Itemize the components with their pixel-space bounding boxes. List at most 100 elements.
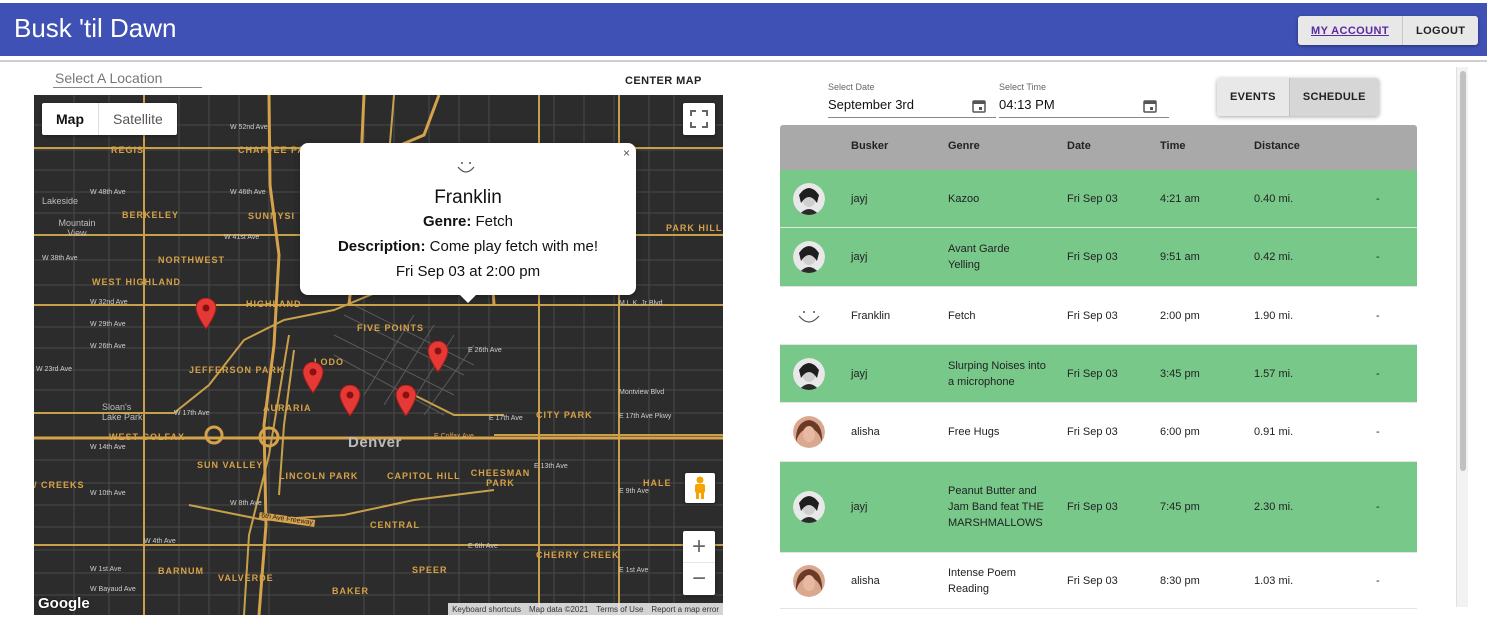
map-label-auraria: AURARIA bbox=[263, 403, 312, 413]
view-toggle: EVENTS SCHEDULE bbox=[1217, 78, 1379, 116]
map-marker[interactable] bbox=[427, 341, 449, 373]
map-marker[interactable] bbox=[195, 298, 217, 330]
time-field-underline bbox=[999, 117, 1169, 118]
street-w-23rd: W 23rd Ave bbox=[36, 366, 73, 373]
zoom-in-button[interactable]: + bbox=[683, 531, 715, 563]
logout-button[interactable]: LOGOUT bbox=[1402, 16, 1479, 45]
events-tab[interactable]: EVENTS bbox=[1217, 78, 1289, 116]
column-header-genre[interactable]: Genre bbox=[948, 140, 980, 152]
street-e-1st: E 1st Ave bbox=[619, 567, 649, 574]
date-cell: Fri Sep 03 bbox=[1067, 192, 1118, 205]
zoom-out-button[interactable]: − bbox=[683, 563, 715, 595]
report-map-error-link[interactable]: Report a map error bbox=[651, 605, 719, 614]
street-view-button[interactable] bbox=[685, 473, 715, 503]
app-header: Busk 'til Dawn MY ACCOUNT LOGOUT bbox=[0, 0, 1487, 56]
calendar-icon[interactable] bbox=[1143, 99, 1157, 113]
table-row[interactable]: jayj Slurping Noises into a microphone F… bbox=[780, 345, 1417, 403]
avatar bbox=[793, 416, 825, 448]
map-label-central: CENTRAL bbox=[370, 520, 420, 530]
map-type-map-button[interactable]: Map bbox=[42, 103, 99, 135]
table-row[interactable]: alisha Free Hugs Fri Sep 03 6:00 pm 0.91… bbox=[780, 403, 1417, 462]
map-label-city-park: CITY PARK bbox=[536, 410, 593, 420]
map-label-colfax-ave: E Colfax Ave bbox=[434, 433, 474, 440]
busker-name: jayj bbox=[851, 501, 868, 513]
map-attribution: Keyboard shortcuts Map data ©2021 Terms … bbox=[448, 603, 723, 615]
column-header-busker[interactable]: Busker bbox=[851, 140, 888, 152]
distance-cell: 2.30 mi. bbox=[1254, 501, 1294, 513]
map-label-lakeside: Lakeside bbox=[42, 196, 79, 206]
close-icon[interactable]: × bbox=[623, 146, 630, 160]
map-label-west-colfax: WEST COLFAX bbox=[109, 432, 185, 442]
street-w-bayaud: W Bayaud Ave bbox=[90, 586, 136, 593]
map-label-baker: BAKER bbox=[332, 586, 370, 596]
street-e-9th: E 9th Ave bbox=[619, 488, 649, 495]
keyboard-shortcuts-link[interactable]: Keyboard shortcuts bbox=[452, 605, 521, 614]
fullscreen-button[interactable] bbox=[683, 103, 715, 135]
street-e-6th: E 6th Ave bbox=[468, 543, 498, 550]
map-label-denver: Denver bbox=[348, 434, 402, 451]
map-info-window: × Franklin Genre: Fetch Description: Com… bbox=[300, 143, 636, 303]
extra-cell: - bbox=[1376, 426, 1380, 438]
map-label-sloans-lake: Sloan's Lake Park bbox=[102, 402, 143, 422]
map-label-jefferson-park: JEFFERSON PARK bbox=[189, 365, 285, 375]
busker-name: jayj bbox=[851, 192, 868, 205]
terms-of-use-link[interactable]: Terms of Use bbox=[596, 605, 643, 614]
table-row[interactable]: alisha Intense Poem Reading Fri Sep 03 8… bbox=[780, 553, 1417, 609]
table-row[interactable]: jayj Avant Garde Yelling Fri Sep 03 9:51… bbox=[780, 228, 1417, 287]
time-cell: 8:30 pm bbox=[1160, 574, 1200, 587]
my-account-button[interactable]: MY ACCOUNT bbox=[1298, 16, 1403, 45]
zoom-control: + − bbox=[683, 531, 715, 595]
date-cell: Fri Sep 03 bbox=[1067, 574, 1118, 587]
calendar-icon[interactable] bbox=[972, 99, 986, 113]
popup-description-value: Come play fetch with me! bbox=[429, 238, 599, 255]
avatar bbox=[793, 564, 825, 597]
table-row[interactable]: Franklin Fetch Fri Sep 03 2:00 pm 1.90 m… bbox=[780, 287, 1417, 345]
genre-cell: Avant Garde Yelling bbox=[948, 243, 1010, 271]
popup-genre-value: Fetch bbox=[475, 213, 514, 230]
extra-cell: - bbox=[1376, 501, 1380, 513]
location-search-input[interactable]: Select A Location bbox=[53, 70, 202, 88]
column-header-distance[interactable]: Distance bbox=[1254, 140, 1300, 152]
time-cell: 9:51 am bbox=[1160, 251, 1200, 263]
scrollbar-thumb[interactable] bbox=[1460, 71, 1466, 471]
street-w-26th: W 26th Ave bbox=[90, 343, 126, 350]
column-header-date[interactable]: Date bbox=[1067, 140, 1091, 152]
extra-cell: - bbox=[1376, 192, 1380, 205]
date-cell: Fri Sep 03 bbox=[1067, 309, 1118, 322]
busker-name: Franklin bbox=[851, 309, 891, 322]
avatar bbox=[793, 491, 825, 523]
popup-genre-label: Genre: bbox=[422, 213, 472, 230]
pegman-icon bbox=[695, 476, 705, 499]
avatar bbox=[793, 241, 825, 273]
smiley-icon bbox=[457, 162, 475, 173]
page-scrollbar[interactable] bbox=[1456, 67, 1468, 607]
map-marker[interactable] bbox=[395, 385, 417, 417]
popup-description: Description: Come play fetch with me! bbox=[300, 238, 636, 255]
distance-cell: 0.42 mi. bbox=[1254, 251, 1294, 263]
extra-cell: - bbox=[1376, 309, 1380, 322]
street-w-32nd: W 32nd Ave bbox=[90, 299, 128, 306]
time-cell: 4:21 am bbox=[1160, 192, 1200, 205]
popup-when: Fri Sep 03 at 2:00 pm bbox=[395, 263, 541, 280]
column-header-time[interactable]: Time bbox=[1160, 140, 1185, 152]
map-label-creeks: / CREEKS bbox=[34, 480, 85, 490]
time-field[interactable]: 04:13 PM bbox=[999, 97, 1055, 112]
date-cell: Fri Sep 03 bbox=[1067, 426, 1118, 438]
schedule-tab[interactable]: SCHEDULE bbox=[1288, 78, 1379, 116]
map-type-satellite-button[interactable]: Satellite bbox=[99, 103, 177, 135]
header-divider bbox=[0, 60, 1487, 62]
table-row[interactable]: jayj Kazoo Fri Sep 03 4:21 am 0.40 mi. - bbox=[780, 170, 1417, 228]
distance-cell: 1.90 mi. bbox=[1254, 309, 1294, 322]
genre-cell: Peanut Butter and Jam Band feat THE MARS… bbox=[948, 485, 1044, 529]
table-row[interactable]: jayj Peanut Butter and Jam Band feat THE… bbox=[780, 462, 1417, 553]
map-marker[interactable] bbox=[339, 385, 361, 417]
map-marker[interactable] bbox=[302, 362, 324, 394]
center-map-button[interactable]: CENTER MAP bbox=[625, 75, 702, 87]
distance-cell: 1.57 mi. bbox=[1254, 367, 1294, 380]
map-label-barnum: BARNUM bbox=[158, 566, 204, 576]
map-label-west-highland: WEST HIGHLAND bbox=[92, 277, 181, 287]
map-label-highland: HIGHLAND bbox=[246, 299, 302, 309]
time-cell: 3:45 pm bbox=[1160, 367, 1200, 380]
date-field[interactable]: September 3rd bbox=[828, 97, 914, 112]
extra-cell: - bbox=[1376, 574, 1380, 587]
